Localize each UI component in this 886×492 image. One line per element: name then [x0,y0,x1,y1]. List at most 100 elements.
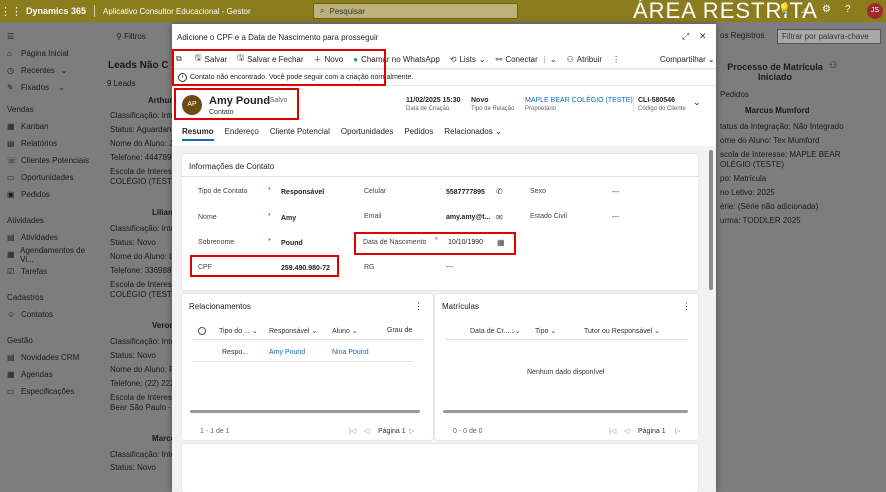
column-header[interactable]: Aluno ⌄ [332,327,358,335]
more-options-icon[interactable]: ⋮ [414,301,423,312]
process-card-line: no Letivo: 2025 [720,188,775,197]
prev-page-icon[interactable]: ◁ [364,427,369,435]
column-header[interactable]: Tutor ou Responsável ⌄ [584,327,660,335]
horizontal-scrollbar[interactable] [443,410,688,413]
mobile-field[interactable]: 5587777895 [446,189,485,196]
sidebar-item-news[interactable]: ▤ Novidades CRM [0,349,96,366]
header-field-client-code: CLI-580546 Código do Cliente [633,97,686,112]
horizontal-scrollbar[interactable] [190,410,420,413]
annotation-highlight-box [354,232,516,255]
hamburger-menu-icon[interactable]: ☰ [0,28,96,45]
sidebar-item-reports[interactable]: ▤ Relatórios [0,135,96,152]
sidebar-item-kanban[interactable]: ▦ Kanban [0,118,96,135]
last-name-field[interactable]: Pound [281,240,303,247]
lightbulb-icon[interactable]: 💡 [778,4,790,15]
more-options-icon[interactable]: ⋮ [612,55,620,64]
person-icon: ⚇ [829,60,838,70]
phone-icon[interactable]: ✆ [496,187,503,196]
sidebar-item-contacts[interactable]: ☺ Contatos [0,306,96,323]
sidebar-item-leads[interactable]: ☏ Clientes Potenciais [0,152,96,169]
app-name[interactable]: Aplicativo Consultor Educacional - Gesto… [103,7,251,16]
connect-button[interactable]: ⚯ Conectar | ⌄ [496,55,557,64]
email-field[interactable]: amy.amy@t... [446,214,490,221]
pin-icon: ✎ [7,83,14,92]
lists-button[interactable]: ⟲ Lists ⌄ [450,55,486,64]
column-header[interactable]: Tipo do ... ⌄ [219,327,258,335]
lead-card-name[interactable]: Lilian [152,208,173,217]
first-page-icon[interactable]: |◁ [349,427,356,435]
help-icon[interactable]: ? [845,4,851,15]
field-label: RG [364,264,375,271]
tab-cliente-potencial[interactable]: Cliente Potencial [270,127,330,141]
sidebar-item-opportunities[interactable]: ▭ Oportunidades [0,169,96,186]
keyword-filter-input[interactable]: Filtrar por palavra-chave [777,29,881,44]
header-field-owner[interactable]: MAPLE BEAR COLÉGIO (TESTE) Proprietário [525,97,633,112]
dialog-title-bar: Adicione o CPF e a Data de Nascimento pa… [172,24,716,50]
mail-icon[interactable]: ✉ [496,213,503,222]
section-title: Informações de Contato [189,162,275,171]
sidebar-item-visits[interactable]: ▦ Agendamentos de Vi... [0,246,96,264]
sidebar-item-agendas[interactable]: ▦ Agendas [0,366,96,383]
group-title: Cadastros [7,292,44,302]
global-search-input[interactable]: ⌕ Pesquisar [313,3,518,19]
chevron-down-icon: ⌄ [549,54,557,64]
sidebar-item-recent[interactable]: ◷ Recentes ⌄ [0,62,96,79]
close-icon[interactable]: ✕ [699,31,707,42]
column-header[interactable]: Tipo ⌄ [535,327,556,335]
prev-page-icon[interactable]: ◁ [624,427,629,435]
group-title: Atividades [7,215,44,225]
first-name-field[interactable]: Amy [281,215,296,222]
more-options-icon[interactable]: ⋮ [682,301,691,312]
lead-card-name[interactable]: Veron [152,321,174,330]
user-avatar[interactable]: JS [867,3,883,19]
leads-count: 9 Leads [107,79,136,88]
record-count: 0 - 0 de 0 [453,428,483,435]
first-page-icon[interactable]: |◁ [609,427,616,435]
vertical-scrollbar[interactable] [709,150,713,290]
tab-pedidos[interactable]: Pedidos [404,127,433,141]
plus-icon[interactable]: ＋ [800,4,810,19]
app-launcher-icon[interactable]: ⋮⋮ [0,5,22,18]
sidebar-item-orders[interactable]: ▣ Pedidos [0,186,96,203]
lead-card-line: Nome do Aluno: Jo [110,139,178,148]
rg-field[interactable]: --- [446,264,453,271]
column-header[interactable]: Data de Cr... ↓⌄ [470,327,521,335]
table-cell-link[interactable]: Nina Pound [332,349,369,356]
next-page-icon[interactable]: ▷ [409,427,414,435]
gender-field[interactable]: --- [612,189,619,196]
tab-endereco[interactable]: Endereço [225,127,259,141]
assign-button[interactable]: ⚇ Atribuir [567,55,603,64]
select-all-radio[interactable] [198,327,206,335]
gear-icon[interactable]: ⚙ [822,4,831,15]
annotation-highlight-box [190,255,339,277]
news-icon: ▤ [7,353,15,362]
marital-status-field[interactable]: --- [612,214,619,221]
brand-label[interactable]: Dynamics 365 [26,6,86,16]
sidebar-item-specs[interactable]: ▭ Especificações [0,383,96,400]
next-page-icon[interactable]: ▷ [675,427,680,435]
filters-button[interactable]: ⚲ Filtros [116,32,146,41]
table-cell-link[interactable]: Amy Pound [269,349,305,356]
lead-card-line: Escola de Interesse [110,280,181,289]
header-field-created: 11/02/2025 15:30 Data de Criação [406,97,461,112]
chevron-down-icon[interactable]: ⌄ [693,97,701,108]
sidebar-item-pinned[interactable]: ✎ Fixados ⌄ [0,79,96,96]
expand-icon[interactable]: ⤢ [682,31,689,42]
share-button[interactable]: Compartilhar ⌄ [660,55,715,64]
show-registers-button[interactable]: os Registros [720,31,764,40]
tab-relacionados[interactable]: Relacionados ⌄ [444,127,501,141]
sidebar-item-activities[interactable]: ▤ Atividades [0,229,96,246]
tab-oportunidades[interactable]: Oportunidades [341,127,393,141]
sidebar-item-home[interactable]: ⌂ Página Inicial [0,45,96,62]
table-cell[interactable]: Respo... [222,349,248,356]
lead-card-name[interactable]: Arthur [148,96,172,105]
sidebar-item-tasks[interactable]: ☑ Tarefas [0,263,96,280]
process-card-name[interactable]: Marcus Mumford [745,106,809,115]
column-header[interactable]: Grau de [387,327,412,334]
tab-resumo[interactable]: Resumo [182,127,214,141]
contact-type-field[interactable]: Responsável [281,189,324,196]
lead-card-line: Telefone: 44478999 [110,153,181,162]
lead-card-line: Nome do Aluno: Lar [110,252,181,261]
column-header[interactable]: Responsável ⌄ [269,327,317,335]
process-card-line: tatus da Integração: Não Integrado [720,122,844,131]
